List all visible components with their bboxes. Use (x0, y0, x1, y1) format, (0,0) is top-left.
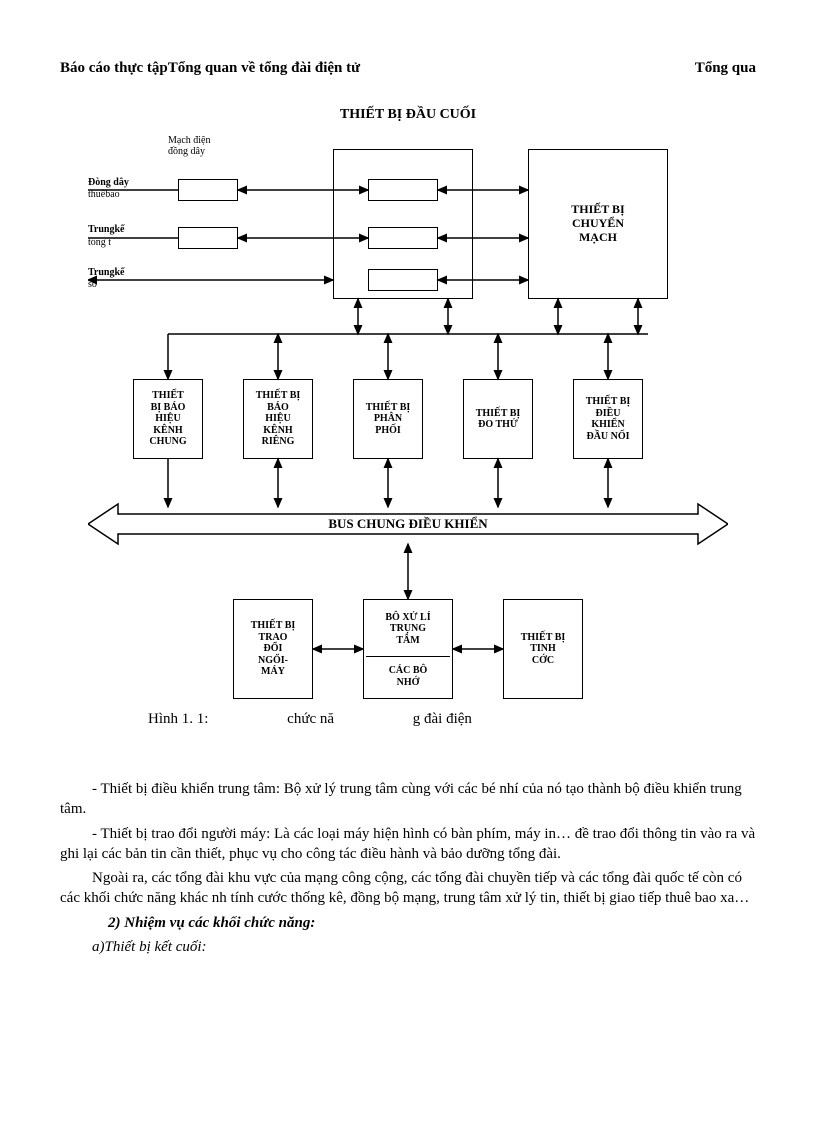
box-bot1: THIẾT BỊ TRAO ĐỔI NGŐI- MÁY (233, 599, 313, 699)
header-left: Báo cáo thực tậpTổng quan về tổng đài đi… (60, 60, 360, 77)
block-diagram: Mạch điện đồng dây Đòng dây thuêbao Trun… (88, 129, 728, 769)
box-bot3: THIẾT BỊ TINH CỚC (503, 599, 583, 699)
para-1: - Thiết bị điều khiển trung tâm: Bộ xử l… (60, 779, 756, 820)
subsection-a: a)Thiết bị kết cuối: (60, 937, 756, 957)
figure-caption: Hình 1. 1: chức nă g đài điện (148, 711, 472, 728)
header-right: Tổng qua (695, 60, 756, 77)
bus-bar-label: BUS CHUNG ĐIỀU KHIỂN (88, 507, 728, 541)
para-3: Ngoài ra, các tổng đài khu vực của mạng … (60, 868, 756, 909)
diagram-title: THIẾT BỊ ĐẦU CUỐI (60, 107, 756, 123)
body-text: - Thiết bị điều khiển trung tâm: Bộ xử l… (60, 779, 756, 957)
para-2: - Thiết bị trao đổi người máy: Là các lo… (60, 824, 756, 865)
box-bot2: BÔ XỬ LÍ TRỤNG TÂM CÁC BÔ NHỚ (363, 599, 453, 699)
box-bot2-top: BÔ XỬ LÍ TRỤNG TÂM (366, 602, 450, 657)
box-bot2-bot: CÁC BÔ NHỚ (366, 657, 450, 696)
section-heading-2: 2) Nhiệm vụ các khối chức năng: (60, 913, 756, 933)
